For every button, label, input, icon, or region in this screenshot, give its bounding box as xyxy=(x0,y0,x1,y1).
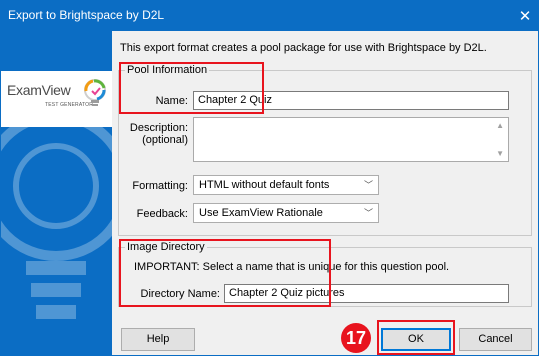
feedback-label: Feedback: xyxy=(136,208,188,220)
help-button[interactable]: Help xyxy=(121,328,195,351)
formatting-select[interactable]: HTML without default fonts ﹀ xyxy=(193,175,379,195)
scroll-down-icon[interactable]: ▼ xyxy=(496,149,504,158)
window-title: Export to Brightspace by D2L xyxy=(8,8,165,22)
intro-text: This export format creates a pool packag… xyxy=(120,42,487,54)
title-bar: Export to Brightspace by D2L ✕ xyxy=(0,0,539,31)
feedback-value: Use ExamView Rationale xyxy=(199,207,323,219)
close-icon[interactable]: ✕ xyxy=(511,0,539,31)
chevron-down-icon: ﹀ xyxy=(363,208,373,218)
formatting-label: Formatting: xyxy=(132,180,188,192)
ok-highlight-box xyxy=(377,320,455,355)
scroll-up-icon[interactable]: ▲ xyxy=(496,121,504,130)
dialog-client: ExamView TEST GENERATOR This export form… xyxy=(0,31,539,356)
sidebar: ExamView TEST GENERATOR xyxy=(1,31,112,356)
description-label-line1: Description: xyxy=(129,122,188,134)
lightbulb-watermark-icon xyxy=(1,111,112,319)
cancel-button[interactable]: Cancel xyxy=(459,328,532,351)
chevron-down-icon: ﹀ xyxy=(363,180,373,190)
feedback-select[interactable]: Use ExamView Rationale ﹀ xyxy=(193,203,379,223)
description-label: Description: (optional) xyxy=(125,122,188,146)
logo-text: ExamView xyxy=(7,82,71,98)
description-label-line2: (optional) xyxy=(142,134,188,146)
image-directory-highlight-box xyxy=(119,239,331,307)
step-number-badge: 17 xyxy=(341,323,371,353)
name-highlight-box xyxy=(119,62,264,114)
formatting-value: HTML without default fonts xyxy=(199,179,330,191)
description-input[interactable]: ▲ ▼ xyxy=(193,117,509,162)
